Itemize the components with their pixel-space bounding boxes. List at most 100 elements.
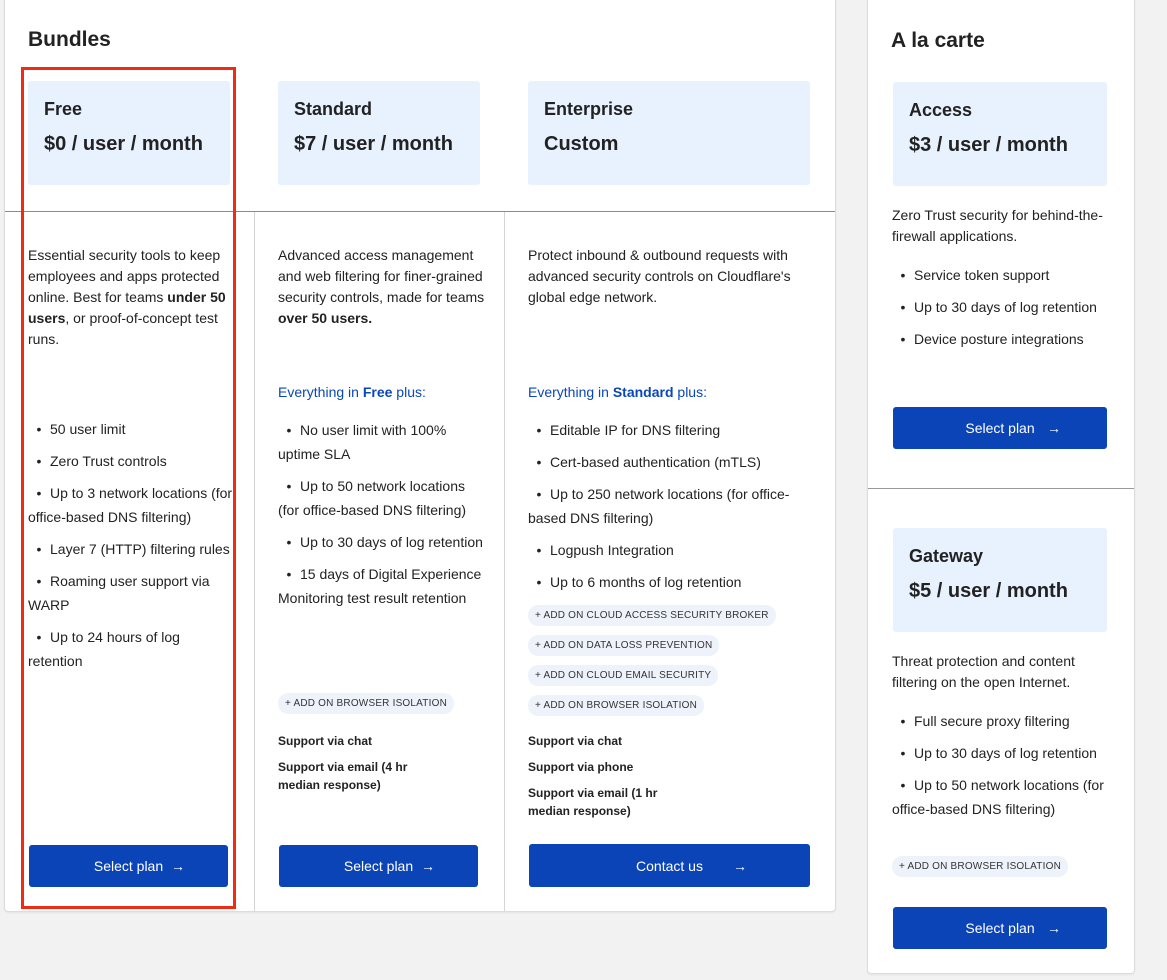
select-plan-access-button[interactable]: Select plan → xyxy=(893,407,1107,449)
bundles-title: Bundles xyxy=(28,28,111,51)
addon-badge[interactable]: + ADD ON CLOUD EMAIL SECURITY xyxy=(528,665,719,686)
arrow-right-icon: → xyxy=(1047,920,1061,936)
plan-price: $7 / user / month xyxy=(294,133,453,155)
button-label: Select plan xyxy=(965,420,1035,436)
bullet-dot-icon: • xyxy=(286,422,292,438)
plan-header-enterprise: Enterprise Custom xyxy=(528,81,810,185)
plan-header-standard: Standard $7 / user / month xyxy=(278,81,480,185)
feature-item: • Up to 30 days of log retention xyxy=(892,741,1107,765)
bullet-dot-icon: • xyxy=(36,541,42,557)
plan-price: $3 / user / month xyxy=(909,134,1068,156)
plan-header-gateway: Gateway $5 / user / month xyxy=(893,528,1107,632)
contact-us-button[interactable]: Contact us → xyxy=(529,844,810,887)
arrow-right-icon: → xyxy=(1047,420,1061,436)
feature-item: • Up to 6 months of log retention xyxy=(528,570,808,594)
feature-item: • Up to 30 days of log retention xyxy=(278,530,488,554)
feature-item: • Device posture integrations xyxy=(892,327,1107,351)
plan-description: Protect inbound & outbound requests with… xyxy=(528,247,791,305)
feature-item: • Service token support xyxy=(892,263,1107,287)
bullet-dot-icon: • xyxy=(36,453,42,469)
plan-divider xyxy=(868,488,1134,489)
plan-price: $0 / user / month xyxy=(44,133,203,155)
addon-badge[interactable]: + ADD ON CLOUD ACCESS SECURITY BROKER xyxy=(528,605,776,626)
arrow-right-icon: → xyxy=(421,858,435,874)
feature-item: • Editable IP for DNS filtering xyxy=(528,418,808,442)
button-label: Select plan xyxy=(343,858,414,874)
feature-item: • No user limit with 100% uptime SLA xyxy=(278,418,488,466)
alacarte-title: A la carte xyxy=(891,29,985,52)
feature-item: • Logpush Integration xyxy=(528,538,808,562)
plan-description: Zero Trust security for behind-the-firew… xyxy=(892,207,1103,244)
header-divider xyxy=(5,211,835,212)
support-item: Support via chat xyxy=(278,734,373,748)
column-divider xyxy=(254,212,255,911)
select-plan-gateway-button[interactable]: Select plan → xyxy=(893,907,1107,949)
button-label: Select plan xyxy=(965,920,1035,936)
bullet-dot-icon: • xyxy=(536,542,542,558)
feature-list: • 50 user limit • Zero Trust controls • Up … xyxy=(28,417,233,681)
plan-name: Gateway xyxy=(909,546,984,566)
plan-price: $5 / user / month xyxy=(909,580,1068,602)
addon-list: + ADD ON BROWSER ISOLATION xyxy=(278,693,454,723)
plan-header-access: Access $3 / user / month xyxy=(893,82,1107,186)
select-plan-standard-button[interactable]: Select plan → xyxy=(279,845,478,887)
bullet-dot-icon: • xyxy=(536,574,542,590)
button-label: Select plan xyxy=(93,858,164,874)
addon-badge[interactable]: + ADD ON BROWSER ISOLATION xyxy=(278,693,454,714)
addon-badge[interactable]: + ADD ON DATA LOSS PREVENTION xyxy=(528,635,720,656)
bullet-dot-icon: • xyxy=(36,485,42,501)
feature-item: • Full secure proxy filtering xyxy=(892,709,1107,733)
select-plan-free-button[interactable]: Select plan → xyxy=(29,845,228,887)
bullet-dot-icon: • xyxy=(900,267,906,283)
feature-item: • 15 days of Digital Experience Monitorin… xyxy=(278,562,488,610)
feature-list: • Service token support • Up to 30 days of… xyxy=(892,263,1107,359)
plan-name: Enterprise xyxy=(544,99,634,119)
bullet-dot-icon: • xyxy=(900,299,906,315)
bullet-dot-icon: • xyxy=(36,629,42,645)
addon-badge[interactable]: + ADD ON BROWSER ISOLATION xyxy=(892,856,1068,877)
plan-description: Threat protection and content filtering … xyxy=(892,653,1075,690)
feature-list: • Editable IP for DNS filtering • Cert-bas… xyxy=(528,418,808,602)
bullet-dot-icon: • xyxy=(900,331,906,347)
bullet-dot-icon: • xyxy=(286,478,292,494)
feature-item: • Up to 250 network locations (for office… xyxy=(528,482,808,530)
bullet-dot-icon: • xyxy=(536,454,542,470)
column-divider xyxy=(504,212,505,911)
plan-price: Custom xyxy=(544,133,619,155)
feature-list: • Full secure proxy filtering • Up to 30 d… xyxy=(892,709,1107,829)
feature-item: • Up to 24 hours of log retention xyxy=(28,625,233,673)
addon-list: + ADD ON BROWSER ISOLATION xyxy=(892,856,1068,886)
support-list: Support via chat Support via email (4 hr… xyxy=(278,732,478,802)
feature-item: • Zero Trust controls xyxy=(28,449,233,473)
plan-name: Free xyxy=(44,99,83,119)
bullet-dot-icon: • xyxy=(286,534,292,550)
feature-item: • Layer 7 (HTTP) filtering rules xyxy=(28,537,233,561)
feature-item: • Cert-based authentication (mTLS) xyxy=(528,450,808,474)
addon-badge[interactable]: + ADD ON BROWSER ISOLATION xyxy=(528,695,704,716)
support-list: Support via chat Support via phone Suppo… xyxy=(528,732,728,828)
feature-list: • No user limit with 100% uptime SLA • Up … xyxy=(278,418,488,618)
bullet-dot-icon: • xyxy=(900,713,906,729)
bullet-dot-icon: • xyxy=(900,777,906,793)
bullet-dot-icon: • xyxy=(36,573,42,589)
support-item: Support via email (1 hr median response) xyxy=(528,786,658,818)
bullet-dot-icon: • xyxy=(536,422,542,438)
plan-name: Access xyxy=(909,100,973,120)
bullet-dot-icon: • xyxy=(900,745,906,761)
bundles-panel: Bundles Free $0 / user / month Standard … xyxy=(4,0,836,912)
alacarte-panel: A la carte Access $3 / user / month Zero… xyxy=(867,0,1135,974)
support-item: Support via chat xyxy=(528,734,623,748)
feature-item: • Up to 50 network locations (for office-… xyxy=(892,773,1107,821)
everything-in-plus-label: Everything in Standard plus: xyxy=(528,384,707,400)
addon-list: + ADD ON CLOUD ACCESS SECURITY BROKER + … xyxy=(528,605,776,725)
arrow-right-icon: → xyxy=(733,857,747,874)
feature-item: • Up to 3 network locations (for office-b… xyxy=(28,481,233,529)
button-label: Contact us xyxy=(636,857,703,874)
feature-item: • Roaming user support via WARP xyxy=(28,569,233,617)
feature-item: • Up to 50 network locations (for office-… xyxy=(278,474,488,522)
plan-description: Advanced access management and web filte… xyxy=(278,247,485,326)
plan-description: Essential security tools to keep employe… xyxy=(28,247,226,347)
support-item: Support via email (4 hr median response) xyxy=(278,760,408,792)
feature-item: • 50 user limit xyxy=(28,417,233,441)
feature-item: • Up to 30 days of log retention xyxy=(892,295,1107,319)
